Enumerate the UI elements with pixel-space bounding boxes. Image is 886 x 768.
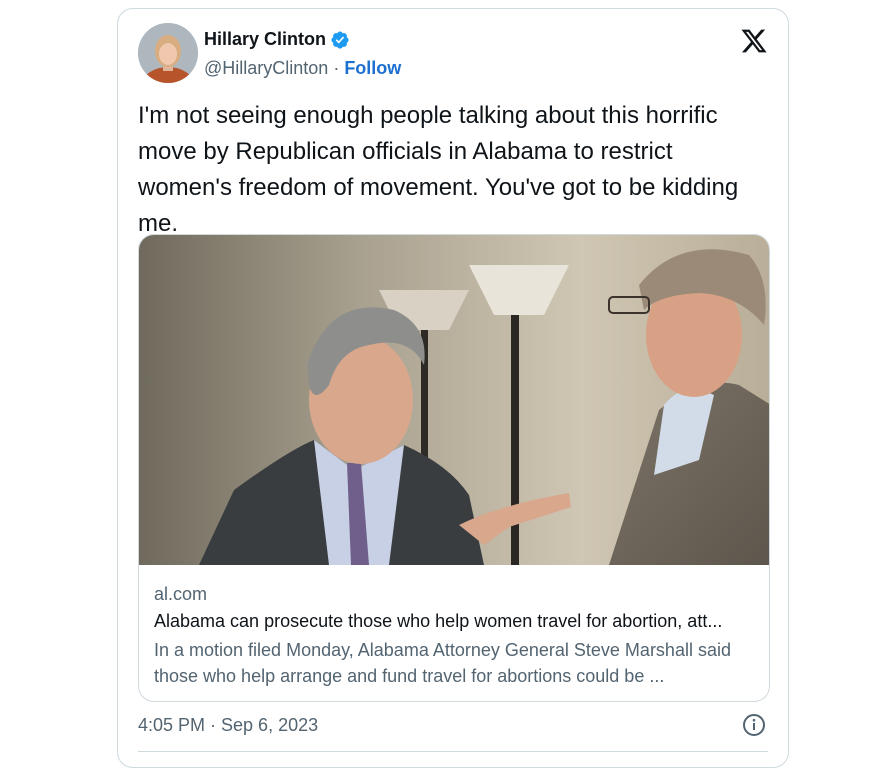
author-handle-row: @HillaryClinton · Follow	[204, 58, 401, 79]
divider	[138, 751, 768, 752]
author-name[interactable]: Hillary Clinton	[204, 29, 326, 50]
tweet-embed-card: Hillary Clinton @HillaryClinton · Follow…	[117, 8, 789, 768]
verified-badge-icon	[331, 30, 349, 49]
info-icon[interactable]	[742, 713, 766, 737]
link-headline: Alabama can prosecute those who help wom…	[154, 611, 723, 631]
follow-button[interactable]: Follow	[344, 58, 401, 79]
separator-dot: ·	[333, 58, 340, 78]
avatar[interactable]	[138, 23, 198, 83]
link-description: In a motion filed Monday, Alabama Attorn…	[154, 640, 731, 686]
link-preview-card[interactable]: al.com Alabama can prosecute those who h…	[138, 234, 770, 702]
tweet-timestamp[interactable]: 4:05 PM · Sep 6, 2023	[138, 715, 318, 736]
x-logo-icon[interactable]	[740, 27, 768, 55]
link-domain: al.com	[154, 584, 208, 604]
tweet-text: I'm not seeing enough people talking abo…	[138, 102, 745, 237]
article-photo	[139, 235, 769, 565]
author-name-row: Hillary Clinton	[204, 29, 350, 50]
author-handle[interactable]: @HillaryClinton	[204, 58, 328, 79]
avatar-photo	[138, 23, 198, 83]
